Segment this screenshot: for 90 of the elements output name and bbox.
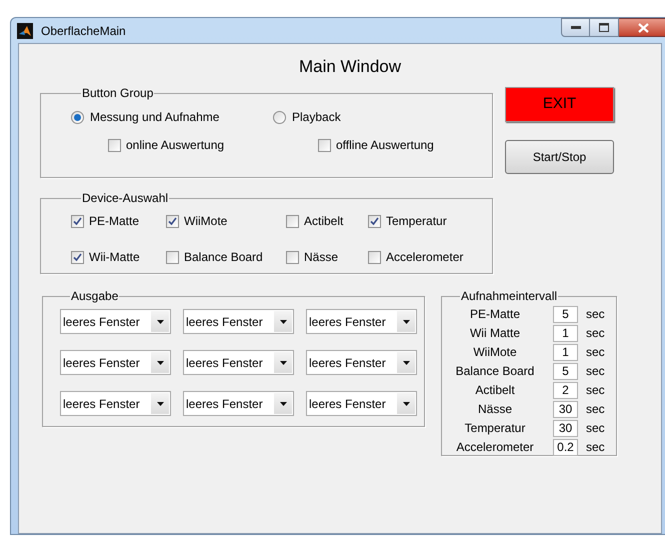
checkbox-label: online Auswertung (126, 137, 224, 154)
interval-label: Balance Board (454, 363, 536, 380)
checkbox[interactable] (368, 250, 381, 264)
interval-field[interactable]: 0.2 (553, 438, 578, 456)
radio-button[interactable] (71, 110, 84, 124)
dropdown-value: leeres Fenster (309, 314, 387, 330)
unit-label: sec (586, 363, 605, 380)
dropdown[interactable]: leeres Fenster (183, 309, 294, 334)
unit-label: sec (586, 401, 605, 418)
dropdown[interactable]: leeres Fenster (60, 309, 171, 334)
dropdown-value: leeres Fenster (63, 396, 141, 412)
checkbox[interactable] (368, 214, 381, 228)
interval-label: WiiMote (472, 344, 518, 361)
interval-label: Wii Matte (468, 325, 521, 342)
dropdown[interactable]: leeres Fenster (60, 350, 171, 375)
checkbox-label: Temperatur (386, 213, 447, 230)
checkbox-label: WiiMote (184, 213, 228, 230)
checkbox[interactable] (166, 214, 179, 228)
dropdown[interactable]: leeres Fenster (183, 391, 294, 416)
dropdown-value: leeres Fenster (63, 314, 141, 330)
checkbox-label: PE-Matte (89, 213, 140, 230)
start-stop-button[interactable]: Start/Stop (505, 140, 614, 174)
checkbox[interactable] (318, 138, 331, 152)
close-button[interactable] (619, 18, 665, 37)
caret-icon (280, 402, 286, 406)
interval-label: Nässe (476, 401, 513, 418)
dropdown-value: leeres Fenster (186, 396, 264, 412)
checkbox[interactable] (71, 214, 84, 228)
checkbox-label: Nässe (304, 249, 338, 266)
caret-icon (280, 360, 286, 364)
panel-title: Aufnahmeintervall (460, 290, 558, 303)
radio-label: Playback (292, 109, 341, 126)
caret-icon (156, 402, 164, 406)
interval-field[interactable]: 5 (553, 306, 578, 322)
interval-field[interactable]: 5 (553, 362, 578, 380)
interval-field[interactable]: 2 (553, 382, 578, 398)
dropdown[interactable]: leeres Fenster (306, 391, 417, 416)
dropdown-value: leeres Fenster (186, 314, 264, 330)
caret-icon (156, 320, 164, 324)
interval-label: PE-Matte (468, 306, 521, 323)
maximize-button[interactable] (590, 18, 619, 37)
caret-icon (402, 402, 410, 406)
checkbox-label: Balance Board (184, 249, 263, 266)
panel-title: Device-Auswahl (81, 192, 170, 205)
checkbox-label: Wii-Matte (89, 249, 140, 266)
interval-field[interactable]: 1 (553, 344, 578, 360)
exit-button[interactable]: EXIT (505, 87, 614, 122)
radio-button[interactable] (273, 110, 286, 124)
dropdown[interactable]: leeres Fenster (306, 350, 417, 375)
checkbox[interactable] (286, 250, 299, 264)
checkbox[interactable] (166, 250, 179, 264)
checkbox-label: Accelerometer (386, 249, 464, 266)
checkbox[interactable] (286, 214, 299, 228)
checkbox-label: offline Auswertung (336, 137, 434, 154)
radio-label: Messung und Aufnahme (90, 109, 220, 126)
minimize-icon (570, 26, 580, 30)
caret-icon (402, 360, 410, 364)
panel-title: Ausgabe (70, 290, 120, 303)
dropdown-value: leeres Fenster (186, 354, 264, 372)
interval-field[interactable]: 30 (553, 420, 578, 436)
dropdown[interactable]: leeres Fenster (60, 391, 171, 416)
unit-label: sec (586, 382, 605, 399)
checkbox[interactable] (71, 250, 84, 264)
caret-icon (156, 360, 164, 364)
interval-field[interactable]: 1 (553, 324, 578, 342)
checkbox[interactable] (108, 138, 121, 152)
panel-title: Button Group (81, 87, 154, 100)
dropdown[interactable]: leeres Fenster (183, 350, 294, 375)
unit-label: sec (586, 325, 605, 342)
unit-label: sec (586, 306, 605, 323)
dropdown[interactable]: leeres Fenster (306, 309, 417, 334)
unit-label: sec (586, 420, 605, 437)
interval-label: Accelerometer (455, 439, 535, 456)
caret-icon (402, 320, 410, 324)
minimize-button[interactable] (561, 18, 590, 37)
main-heading: Main Window (298, 57, 402, 77)
dropdown-value: leeres Fenster (309, 354, 387, 372)
interval-field[interactable]: 30 (553, 400, 578, 418)
dropdown-value: leeres Fenster (309, 396, 387, 412)
window-title: OberflacheMain (41, 22, 126, 40)
interval-label: Actibelt (474, 382, 516, 399)
interval-label: Temperatur (464, 420, 526, 437)
close-icon (638, 22, 649, 32)
unit-label: sec (586, 344, 605, 361)
caret-icon (280, 320, 286, 324)
app-logo-icon (17, 22, 33, 38)
unit-label: sec (586, 439, 605, 456)
checkbox-label: Actibelt (304, 213, 344, 230)
maximize-icon (599, 23, 609, 32)
dropdown-value: leeres Fenster (63, 354, 141, 372)
